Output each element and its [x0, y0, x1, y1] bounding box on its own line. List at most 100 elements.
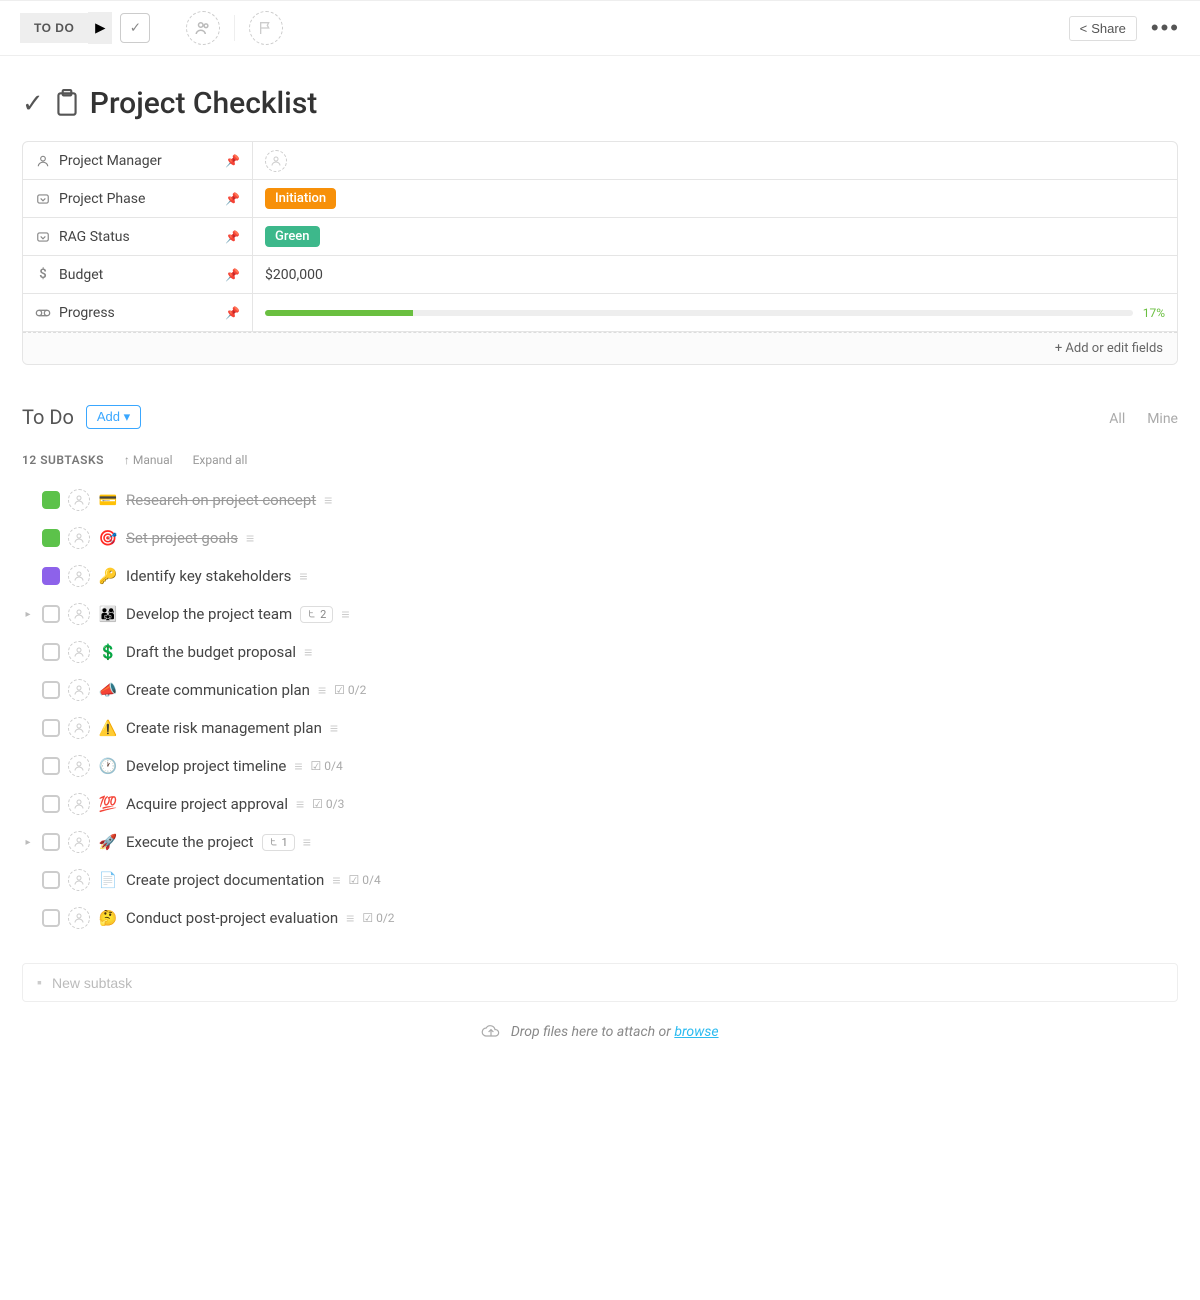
description-icon[interactable]: ≡	[294, 758, 302, 775]
field-value[interactable]: Initiation	[253, 180, 1177, 217]
expand-all-button[interactable]: Expand all	[193, 453, 248, 467]
field-value[interactable]: Green	[253, 218, 1177, 255]
description-icon[interactable]: ≡	[246, 530, 254, 547]
assignee-button[interactable]	[68, 717, 90, 739]
assignee-button[interactable]	[68, 603, 90, 625]
task-checkbox[interactable]	[42, 719, 60, 737]
task-title[interactable]: Draft the budget proposal	[126, 643, 296, 661]
toolbar-right-group: < Share •••	[1069, 15, 1180, 41]
task-checkbox[interactable]	[42, 529, 60, 547]
task-title[interactable]: Identify key stakeholders	[126, 567, 291, 585]
status-next-button[interactable]: ▶	[88, 12, 112, 44]
filter-all[interactable]: All	[1109, 411, 1125, 427]
task-title[interactable]: Execute the project	[126, 833, 254, 851]
field-label[interactable]: RAG Status 📌	[23, 218, 253, 255]
status-button[interactable]: TO DO	[20, 13, 88, 43]
browse-link[interactable]: browse	[674, 1024, 718, 1040]
field-name: RAG Status	[59, 229, 130, 245]
task-title[interactable]: Set project goals	[126, 529, 238, 547]
pin-icon[interactable]: 📌	[225, 268, 240, 282]
assignee-add-button[interactable]	[186, 11, 220, 45]
progress-bar[interactable]	[265, 310, 1133, 316]
share-button[interactable]: < Share	[1069, 16, 1137, 41]
top-toolbar: TO DO ▶ ✓ < Share •••	[0, 0, 1200, 56]
assignee-button[interactable]	[68, 755, 90, 777]
checklist-badge[interactable]: ☑0/2	[362, 911, 394, 925]
field-label[interactable]: $Budget📌	[23, 256, 253, 293]
description-icon[interactable]: ≡	[341, 606, 349, 623]
description-icon[interactable]: ≡	[299, 568, 307, 585]
task-emoji: 🔑	[98, 567, 118, 585]
task-checkbox[interactable]	[42, 567, 60, 585]
task-checkbox[interactable]	[42, 681, 60, 699]
assignee-button[interactable]	[68, 565, 90, 587]
assignee-button[interactable]	[68, 527, 90, 549]
assignee-button[interactable]	[68, 869, 90, 891]
complete-button[interactable]: ✓	[120, 13, 150, 43]
add-subtask-button[interactable]: Add ▾	[86, 405, 141, 429]
description-icon[interactable]: ≡	[346, 910, 354, 927]
new-subtask-input[interactable]	[52, 975, 1163, 991]
task-title[interactable]: Create risk management plan	[126, 719, 322, 737]
assignee-button[interactable]	[68, 679, 90, 701]
checklist-badge[interactable]: ☑0/4	[310, 759, 342, 773]
field-row: Project Manager📌	[23, 142, 1177, 180]
add-edit-fields-button[interactable]: + Add or edit fields	[23, 332, 1177, 364]
task-title[interactable]: Develop the project team	[126, 605, 292, 623]
task-title[interactable]: Acquire project approval	[126, 795, 288, 813]
field-label[interactable]: Project Phase📌	[23, 180, 253, 217]
field-value[interactable]	[253, 142, 1177, 179]
task-checkbox[interactable]	[42, 871, 60, 889]
field-value[interactable]: $200,000	[253, 256, 1177, 293]
pin-icon[interactable]: 📌	[225, 306, 240, 320]
task-checkbox[interactable]	[42, 757, 60, 775]
more-menu-button[interactable]: •••	[1151, 15, 1180, 41]
field-name: Progress	[59, 305, 115, 321]
assignee-button[interactable]	[68, 489, 90, 511]
new-subtask-row[interactable]: ▪	[22, 963, 1178, 1002]
pin-icon[interactable]: 📌	[225, 230, 240, 244]
expand-caret[interactable]: ▸	[22, 837, 34, 848]
task-checkbox[interactable]	[42, 909, 60, 927]
pin-icon[interactable]: 📌	[225, 154, 240, 168]
description-icon[interactable]: ≡	[304, 644, 312, 661]
sort-button[interactable]: ↑ Manual	[124, 453, 173, 467]
description-icon[interactable]: ≡	[324, 492, 332, 509]
task-checkbox[interactable]	[42, 833, 60, 851]
field-label[interactable]: Progress 📌	[23, 294, 253, 331]
filter-mine[interactable]: Mine	[1147, 411, 1178, 427]
assignee-button[interactable]	[68, 793, 90, 815]
checklist-badge[interactable]: ☑0/4	[349, 873, 381, 887]
description-icon[interactable]: ≡	[303, 834, 311, 851]
task-checkbox[interactable]	[42, 643, 60, 661]
task-title[interactable]: Conduct post-project evaluation	[126, 909, 338, 927]
priority-flag-button[interactable]	[249, 11, 283, 45]
description-icon[interactable]: ≡	[330, 720, 338, 737]
field-value[interactable]: 17%	[253, 294, 1177, 331]
description-icon[interactable]: ≡	[296, 796, 304, 813]
task-checkbox[interactable]	[42, 605, 60, 623]
task-checkbox[interactable]	[42, 491, 60, 509]
description-icon[interactable]: ≡	[332, 872, 340, 889]
task-title[interactable]: Create project documentation	[126, 871, 324, 889]
description-icon[interactable]: ≡	[318, 682, 326, 699]
task-checkbox[interactable]	[42, 795, 60, 813]
assignee-button[interactable]	[68, 641, 90, 663]
task-emoji: 🤔	[98, 909, 118, 927]
checklist-badge[interactable]: ☑0/2	[334, 683, 366, 697]
attachment-drop-zone[interactable]: Drop files here to attach or browse	[0, 1002, 1200, 1050]
field-label[interactable]: Project Manager📌	[23, 142, 253, 179]
assignee-button[interactable]	[68, 907, 90, 929]
task-title[interactable]: Create communication plan	[126, 681, 310, 699]
cloud-upload-icon	[481, 1024, 501, 1040]
assignee-placeholder[interactable]	[265, 150, 287, 172]
assignee-button[interactable]	[68, 831, 90, 853]
page-title[interactable]: Project Checklist	[90, 86, 317, 121]
subtask-count-badge[interactable]: 1	[262, 834, 295, 851]
subtask-count-badge[interactable]: 2	[300, 606, 333, 623]
expand-caret[interactable]: ▸	[22, 609, 34, 620]
task-title[interactable]: Research on project concept	[126, 491, 316, 509]
checklist-badge[interactable]: ☑0/3	[312, 797, 344, 811]
task-title[interactable]: Develop project timeline	[126, 757, 286, 775]
pin-icon[interactable]: 📌	[225, 192, 240, 206]
